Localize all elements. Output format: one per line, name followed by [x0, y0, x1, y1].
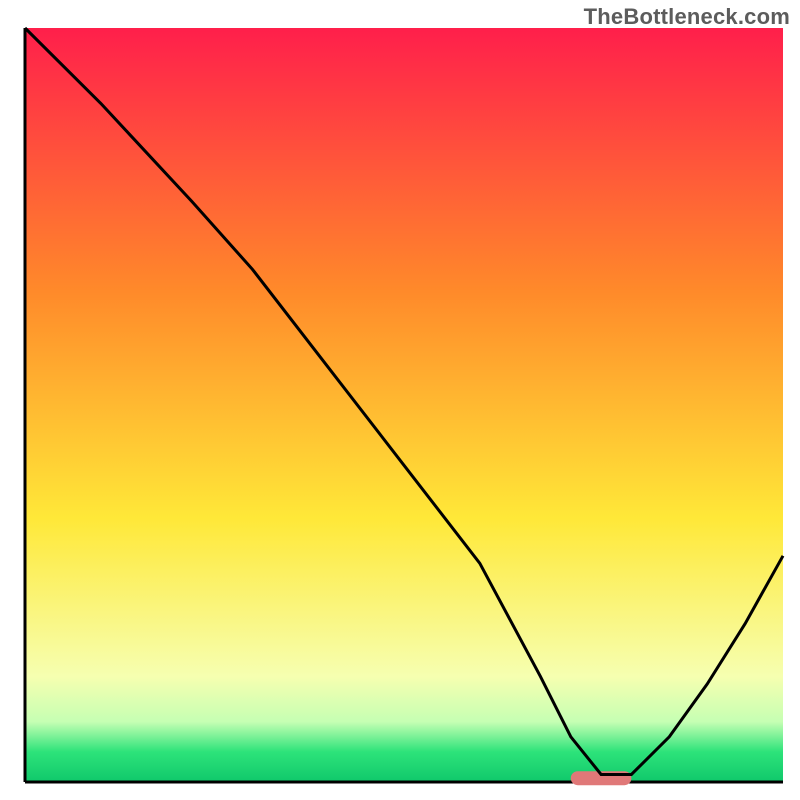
- chart-container: TheBottleneck.com: [0, 0, 800, 800]
- plot-gradient-background: [25, 28, 783, 782]
- bottleneck-chart: [0, 0, 800, 800]
